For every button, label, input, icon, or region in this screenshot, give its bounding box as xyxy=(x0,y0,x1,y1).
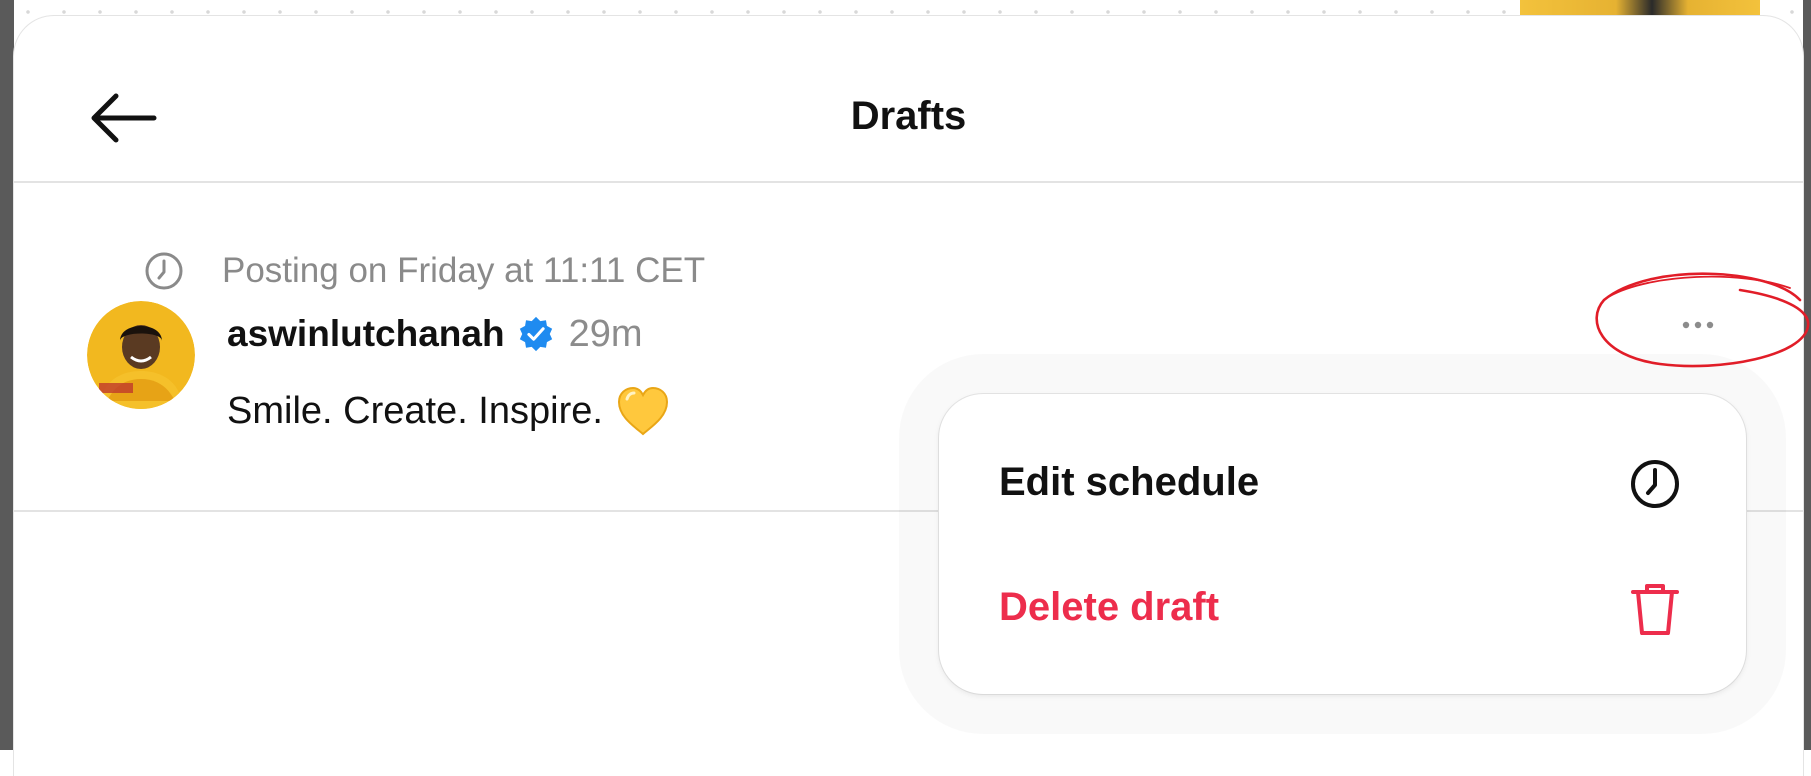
author-name[interactable]: aswinlutchanah xyxy=(227,313,505,355)
more-options-button[interactable] xyxy=(1594,285,1714,365)
menu-item-delete-draft[interactable]: Delete draft xyxy=(939,549,1746,669)
post-text-row: Smile. Create. Inspire. xyxy=(227,385,671,437)
post-time: 29m xyxy=(568,312,643,355)
clock-icon xyxy=(1631,460,1679,508)
schedule-text: Posting on Friday at 11:11 CET xyxy=(222,251,706,290)
window-frame-right xyxy=(1803,0,1811,750)
schedule-info: Posting on Friday at 11:11 CET xyxy=(144,249,705,293)
menu-item-label: Edit schedule xyxy=(999,460,1260,504)
post-text: Smile. Create. Inspire. xyxy=(227,389,603,432)
drafts-sheet: Drafts Posting on Friday at 11:11 CET as… xyxy=(14,16,1803,776)
menu-item-label: Delete draft xyxy=(999,585,1220,629)
menu-item-edit-schedule[interactable]: Edit schedule xyxy=(939,424,1746,544)
clock-icon xyxy=(145,252,183,290)
verified-badge-icon xyxy=(519,316,552,352)
avatar-image xyxy=(87,301,195,409)
author-row: aswinlutchanah 29m xyxy=(227,305,642,363)
more-dots-icon xyxy=(1682,321,1714,329)
trash-icon xyxy=(1631,584,1679,635)
yellow-heart-icon xyxy=(617,386,668,436)
page-title: Drafts xyxy=(850,94,967,138)
window-frame-left xyxy=(0,0,14,750)
draft-options-menu: Edit schedule Delete draft xyxy=(939,394,1746,694)
avatar[interactable] xyxy=(87,301,195,409)
header: Drafts xyxy=(14,16,1803,183)
